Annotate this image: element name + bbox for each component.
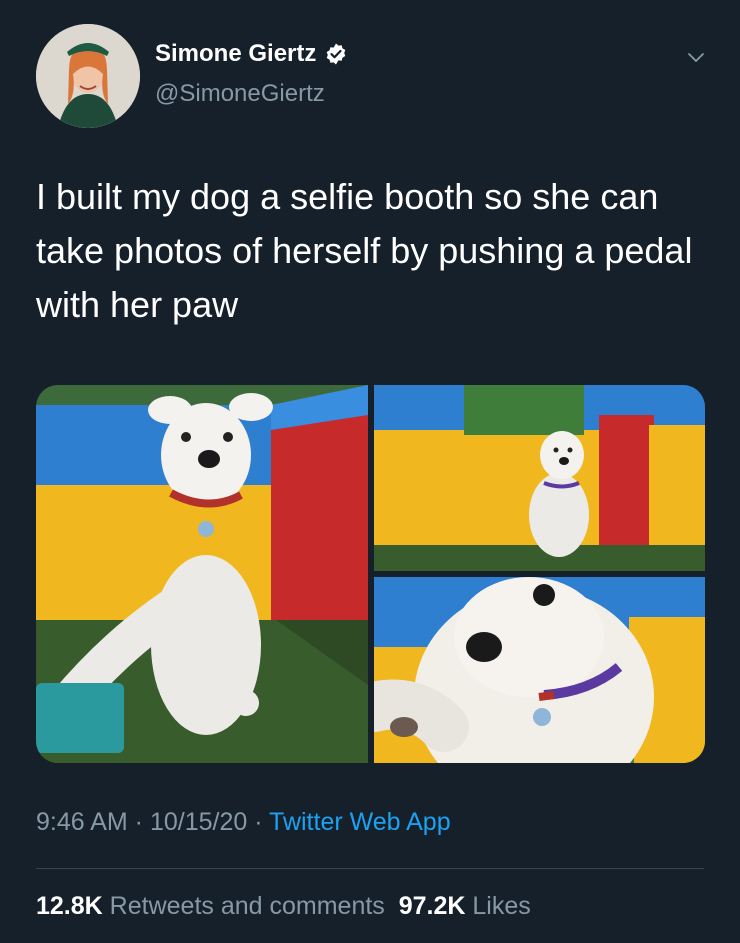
meta-separator: ·	[247, 808, 270, 836]
photo-dog-booth-wide[interactable]	[36, 385, 368, 763]
photo-dog-closeup[interactable]	[374, 577, 705, 763]
photo-dog-booth-small[interactable]	[374, 385, 705, 571]
tweet-stats: 12.8K Retweets and comments 97.2K Likes	[36, 892, 531, 921]
verified-badge-icon	[327, 43, 346, 65]
meta-separator: ·	[127, 808, 150, 836]
tweet-source-link[interactable]: Twitter Web App	[269, 808, 451, 836]
tweet-date[interactable]: 10/15/20	[150, 808, 247, 836]
author-handle[interactable]: @SimoneGiertz	[155, 80, 325, 108]
author-name-row[interactable]: Simone Giertz	[155, 40, 348, 68]
chevron-down-icon[interactable]	[684, 46, 708, 70]
avatar[interactable]	[36, 24, 140, 128]
retweets-count: 12.8K	[36, 892, 103, 920]
author-name[interactable]: Simone Giertz	[155, 40, 316, 68]
divider	[36, 868, 704, 869]
photo-dog-booth-wide-icon	[36, 385, 368, 763]
retweets-label: Retweets and comments	[109, 892, 385, 920]
media-grid	[36, 385, 705, 763]
photo-dog-closeup-icon	[374, 577, 705, 763]
likes-label: Likes	[472, 892, 531, 920]
likes-count: 97.2K	[398, 892, 466, 920]
tweet-text: I built my dog a selfie booth so she can…	[36, 176, 693, 325]
avatar-image	[36, 24, 140, 128]
retweets-stat[interactable]: 12.8K Retweets and comments	[36, 892, 385, 920]
tweet-meta: 9:46 AM · 10/15/20 · Twitter Web App	[36, 808, 451, 837]
likes-stat[interactable]: 97.2K Likes	[399, 892, 531, 920]
tweet-time[interactable]: 9:46 AM	[36, 808, 128, 836]
photo-dog-booth-small-icon	[374, 385, 705, 571]
